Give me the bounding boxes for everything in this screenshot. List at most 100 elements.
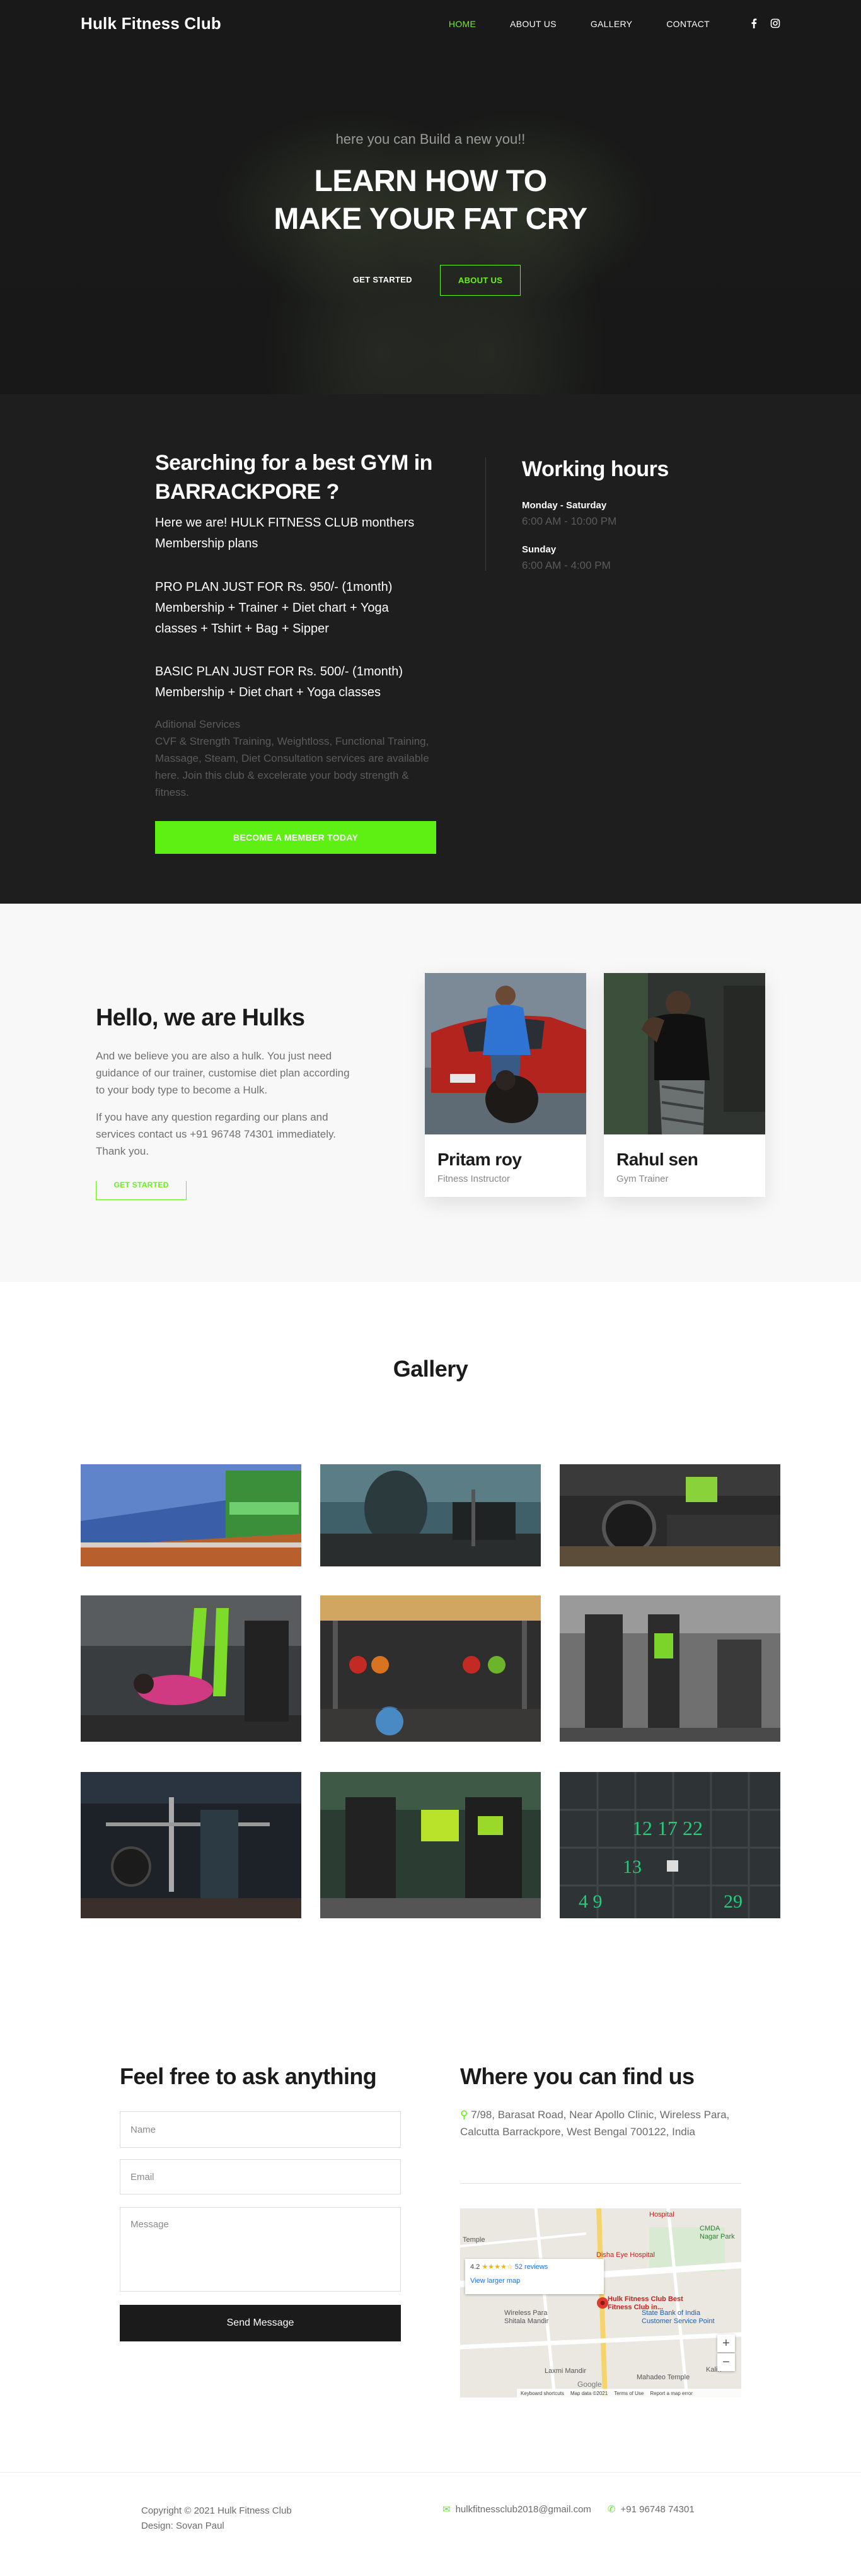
about-paragraph-1: And we believe you are also a hulk. You … (96, 1050, 350, 1096)
svg-text:29: 29 (724, 1891, 743, 1912)
top-navbar: Hulk Fitness Club HOME ABOUT US GALLERY … (0, 0, 861, 49)
phone-icon: ✆ (607, 2504, 616, 2515)
gallery-image[interactable] (320, 1464, 541, 1566)
hero-title-line-2: MAKE YOUR FAT CRY (274, 202, 587, 236)
mail-icon: ✉ (442, 2504, 451, 2515)
gallery-image[interactable]: 12 17 22 13 4 9 29 (560, 1772, 780, 1918)
membership-section: Searching for a best GYM in BARRACKPORE … (0, 394, 861, 904)
footer-divider (0, 2472, 861, 2473)
svg-text:4 9: 4 9 (579, 1891, 603, 1912)
main-menu: HOME ABOUT US GALLERY CONTACT (415, 19, 710, 29)
basic-plan-text: BASIC PLAN JUST FOR Rs. 500/- (1month) M… (155, 665, 403, 699)
instagram-icon[interactable] (770, 18, 780, 28)
map-label: Wireless Para Shitala Mandir (504, 2309, 549, 2325)
design-credit: Design: Sovan Paul (141, 2521, 224, 2531)
location-title: Where you can find us (460, 2063, 695, 2089)
hero-subtitle: here you can Build a new you!! (335, 131, 526, 147)
working-day-sunday: Sunday (522, 544, 557, 555)
footer-contact: ✉ hulkfitnessclub2018@gmail.com ✆ +91 9674… (442, 2503, 695, 2515)
gallery-image[interactable] (320, 1772, 541, 1918)
additional-services-text: CVF & Strength Training, Weightloss, Fun… (155, 735, 429, 798)
address: ⚲ 7/98, Barasat Road, Near Apollo Clinic… (460, 2106, 737, 2140)
about-us-button[interactable]: ABOUT US (439, 265, 521, 296)
map-reviews-link[interactable]: 52 reviews (515, 2263, 548, 2271)
gallery-image[interactable] (560, 1595, 780, 1742)
email-field[interactable]: Email (120, 2159, 401, 2194)
hero-title: LEARN HOW TO MAKE YOUR FAT CRY (0, 163, 861, 238)
footer-copyright: Copyright © 2021 Hulk Fitness Club Desig… (141, 2503, 292, 2534)
address-divider (460, 2183, 741, 2184)
about-heading: Hello, we are Hulks (96, 1005, 305, 1031)
hero-title-line-1: LEARN HOW TO (314, 165, 547, 198)
map-label: Laxmi Mandir (545, 2367, 587, 2375)
footer-phone[interactable]: ✆ +91 96748 74301 (608, 2503, 695, 2515)
additional-services: Aditional Services CVF & Strength Traini… (155, 716, 432, 801)
working-time-sunday: 6:00 AM - 4:00 PM (522, 559, 611, 571)
about-get-started-button[interactable]: GET STARTED (96, 1181, 187, 1200)
google-map[interactable]: 4.2 ★★★★☆ 52 reviews View larger map Hul… (460, 2208, 741, 2398)
map-label: Disha Eye Hospital (596, 2251, 655, 2259)
send-message-button[interactable]: Send Message (120, 2305, 401, 2341)
footer-email-text: hulkfitnessclub2018@gmail.com (455, 2504, 591, 2515)
gallery-image[interactable] (81, 1464, 301, 1566)
terms-link[interactable]: Terms of Use (614, 2391, 644, 2396)
keyboard-shortcuts-link[interactable]: Keyboard shortcuts (521, 2391, 564, 2396)
additional-services-title: Aditional Services (155, 718, 241, 730)
about-section: Hello, we are Hulks And we believe you a… (0, 904, 861, 1282)
become-member-button[interactable]: BECOME A MEMBER TODAY (155, 821, 436, 854)
hero-buttons: GET STARTED ABOUT US (0, 265, 861, 296)
trainer-photo (425, 973, 586, 1134)
about-paragraph-2: If you have any question regarding our p… (96, 1111, 336, 1157)
trainer-photo (604, 973, 765, 1134)
map-rating: 4.2 (470, 2263, 480, 2271)
map-zoom-out-button[interactable]: − (717, 2353, 735, 2371)
brand-logo[interactable]: Hulk Fitness Club (81, 14, 221, 33)
pro-plan-text: PRO PLAN JUST FOR Rs. 950/- (1month) Mem… (155, 580, 393, 636)
trainer-card: Rahul sen Gym Trainer (604, 973, 765, 1197)
map-info-box: 4.2 ★★★★☆ 52 reviews View larger map (465, 2259, 604, 2294)
social-links (749, 18, 780, 28)
map-label: Hospital (649, 2211, 674, 2218)
hero-section: here you can Build a new you!! LEARN HOW… (0, 0, 861, 394)
name-field[interactable]: Name (120, 2111, 401, 2148)
working-time-weekdays: 6:00 AM - 10:00 PM (522, 515, 617, 527)
contact-title: Feel free to ask anything (120, 2063, 377, 2089)
gallery-title: Gallery (393, 1356, 468, 1382)
membership-heading: Searching for a best GYM in BARRACKPORE … (155, 451, 432, 504)
gallery-image[interactable] (81, 1772, 301, 1918)
gallery-image[interactable] (560, 1464, 780, 1566)
trainer-card: Pritam roy Fitness Instructor (425, 973, 586, 1197)
working-hours-title: Working hours (522, 457, 669, 481)
svg-text:12 17 22: 12 17 22 (632, 1817, 703, 1839)
rating-stars-icon: ★★★★☆ (482, 2263, 513, 2271)
trainer-role: Fitness Instructor (437, 1174, 511, 1184)
view-larger-map-link[interactable]: View larger map (470, 2277, 599, 2285)
trainer-name: Pritam roy (437, 1150, 522, 1169)
map-data-text: Map data ©2021 (570, 2390, 608, 2396)
location-pin-icon: ⚲ (460, 2109, 468, 2121)
google-logo: Google (577, 2380, 602, 2389)
nav-about-us[interactable]: ABOUT US (510, 19, 557, 29)
gallery-image[interactable] (320, 1595, 541, 1742)
trainer-name: Rahul sen (616, 1150, 698, 1169)
footer-email[interactable]: ✉ hulkfitnessclub2018@gmail.com (442, 2503, 591, 2515)
message-field[interactable]: Message (120, 2207, 401, 2292)
map-label: CMDA Nagar Park (700, 2225, 735, 2241)
facebook-icon[interactable] (749, 18, 759, 28)
map-footer: Keyboard shortcuts Map data ©2021 Terms … (517, 2389, 741, 2398)
address-text: 7/98, Barasat Road, Near Apollo Clinic, … (460, 2109, 730, 2138)
copyright-text: Copyright © 2021 Hulk Fitness Club (141, 2505, 292, 2516)
footer-phone-text: +91 96748 74301 (620, 2504, 695, 2515)
nav-gallery[interactable]: GALLERY (591, 19, 632, 29)
report-map-error-link[interactable]: Report a map error (650, 2391, 693, 2396)
get-started-button[interactable]: GET STARTED (340, 265, 425, 296)
section-divider (485, 457, 486, 571)
gallery-image[interactable] (81, 1595, 301, 1742)
map-label: Mahadeo Temple (637, 2374, 690, 2381)
nav-contact[interactable]: CONTACT (666, 19, 710, 29)
nav-home[interactable]: HOME (449, 19, 476, 29)
svg-text:13: 13 (623, 1856, 642, 1877)
map-zoom-in-button[interactable]: + (717, 2334, 735, 2352)
working-day-weekdays: Monday - Saturday (522, 500, 607, 511)
membership-intro: Here we are! HULK FITNESS CLUB monthers … (155, 516, 415, 551)
